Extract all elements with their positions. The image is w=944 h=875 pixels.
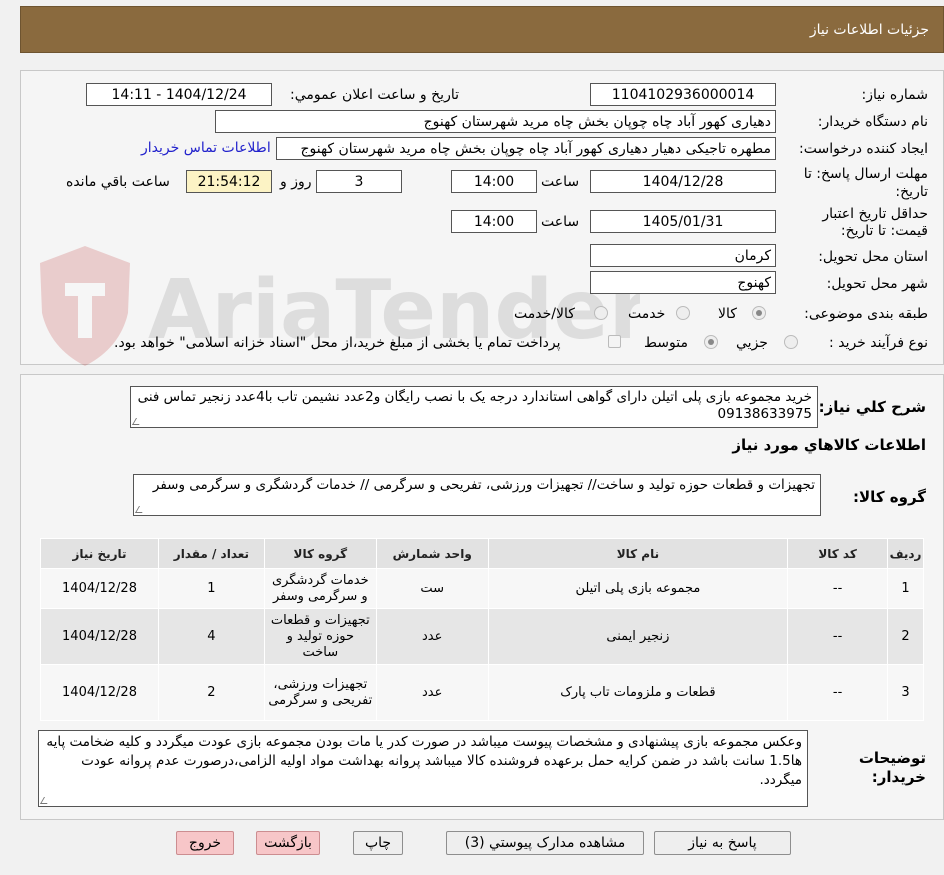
- col-date: تاريخ نياز: [40, 538, 159, 569]
- announce-field: 1404/12/24 - 14:11: [86, 83, 272, 106]
- remaining-time-label: ساعت باقي مانده: [66, 174, 170, 190]
- goods-table-header: رديف كد كالا نام كالا واحد شمارش گروه كا…: [40, 538, 924, 569]
- page-header: جزئيات اطلاعات نياز: [20, 6, 944, 53]
- validity-date-field: 1405/01/31: [590, 210, 776, 233]
- table-row: 1 -- مجموعه بازی پلی اتیلن ست خدمات گردش…: [40, 568, 924, 609]
- exit-button[interactable]: خروج: [176, 831, 234, 855]
- cell-qty: 2: [158, 664, 265, 721]
- buyer-notes-text: وعکس مجموعه بازی پیشنهادی و مشخصات پیوست…: [46, 734, 802, 788]
- buyer-contact-link[interactable]: اطلاعات تماس خريدار: [141, 140, 271, 156]
- validity-time-label: ساعت: [541, 214, 580, 230]
- page-title: جزئيات اطلاعات نياز: [809, 21, 929, 38]
- table-row: 2 -- زنجیر ایمنی عدد تجهیزات و قطعات حوز…: [40, 608, 924, 665]
- cell-unit: ست: [375, 568, 489, 609]
- cell-code: --: [787, 664, 889, 721]
- cell-group: تجهیزات و قطعات حوزه تولید و ساخت: [263, 608, 377, 665]
- category-label: طبقه بندی موضوعی:: [804, 306, 928, 322]
- goods-info-title: اطلاعات كالاهاي مورد نياز: [732, 436, 926, 454]
- creator-label: ايجاد كننده درخواست:: [799, 141, 928, 157]
- province-label: استان محل تحويل:: [818, 249, 928, 265]
- resize-grip-icon: [131, 418, 144, 425]
- resize-grip-icon: [39, 797, 52, 804]
- category-radio-goods[interactable]: [752, 306, 766, 320]
- buyer-org-label: نام دستگاه خريدار:: [817, 114, 928, 130]
- cell-name: مجموعه بازی پلی اتیلن: [487, 568, 789, 609]
- need-number-field: 1104102936000014: [590, 83, 776, 106]
- buyer-notes-label-line1: توضيحات: [858, 749, 926, 767]
- category-radio-service[interactable]: [676, 306, 690, 320]
- treasury-note: پرداخت تمام يا بخشی از مبلغ خريد،از محل …: [114, 335, 561, 351]
- cell-row: 3: [887, 664, 924, 721]
- col-name: نام كالا: [487, 538, 789, 569]
- cell-code: --: [787, 608, 889, 665]
- goods-group-label: گروه کالا:: [853, 488, 926, 506]
- col-row: رديف: [887, 538, 924, 569]
- description-label: شرح كلي نياز:: [818, 398, 926, 416]
- deadline-time-field: 14:00: [451, 170, 537, 193]
- table-row: 3 -- قطعات و ملزومات تاب پارک عدد تجهیزا…: [40, 664, 924, 721]
- deadline-label-line1: مهلت ارسال پاسخ: تا: [803, 166, 928, 182]
- category-option-goods-service: كالا/خدمت: [514, 306, 575, 322]
- validity-time-field: 14:00: [451, 210, 537, 233]
- announce-label: تاريخ و ساعت اعلان عمومي:: [290, 87, 459, 103]
- col-unit: واحد شمارش: [375, 538, 489, 569]
- deadline-label-line2: تاريخ:: [895, 184, 928, 200]
- cell-date: 1404/12/28: [40, 568, 159, 609]
- province-field: كرمان: [590, 244, 776, 267]
- days-label: روز و: [280, 174, 312, 190]
- validity-label-line1: حداقل تاريخ اعتبار: [822, 206, 928, 222]
- col-group: گروه كالا: [263, 538, 377, 569]
- cell-unit: عدد: [375, 664, 489, 721]
- back-button[interactable]: بازگشت: [256, 831, 320, 855]
- buyer-org-field: دهیاری کهور آباد چاه چوپان بخش چاه مرید …: [215, 110, 776, 133]
- description-text: خرید مجموعه بازی پلی اتیلن دارای گواهی ا…: [137, 389, 812, 422]
- cell-row: 2: [887, 608, 924, 665]
- creator-field: مطهره تاجیکی دهیار دهیاری کهور آباد چاه …: [276, 137, 776, 160]
- validity-label-line2: قيمت: تا تاريخ:: [840, 223, 928, 239]
- deadline-time-label: ساعت: [541, 174, 580, 190]
- cell-qty: 4: [158, 608, 265, 665]
- col-qty: تعداد / مقدار: [158, 538, 265, 569]
- buyer-notes-textarea: وعکس مجموعه بازی پیشنهادی و مشخصات پیوست…: [38, 730, 808, 807]
- goods-table: رديف كد كالا نام كالا واحد شمارش گروه كا…: [40, 538, 924, 721]
- city-label: شهر محل تحويل:: [826, 276, 928, 292]
- cell-group: خدمات گردشگری و سرگرمی وسفر: [263, 568, 377, 609]
- cell-name: قطعات و ملزومات تاب پارک: [487, 664, 789, 721]
- col-code: كد كالا: [787, 538, 889, 569]
- attachments-button[interactable]: مشاهده مدارک پيوستي (3): [446, 831, 644, 855]
- category-option-service: خدمت: [628, 306, 666, 322]
- purchase-radio-medium[interactable]: [704, 335, 718, 349]
- purchase-type-label: نوع فرآيند خريد :: [829, 335, 928, 351]
- resize-grip-icon: [134, 506, 147, 513]
- cell-date: 1404/12/28: [40, 664, 159, 721]
- need-number-label: شماره نياز:: [861, 87, 929, 103]
- goods-group-text: تجهیزات و قطعات حوزه تولید و ساخت// تجهی…: [152, 477, 815, 493]
- reply-button[interactable]: پاسخ به نياز: [654, 831, 791, 855]
- deadline-date-field: 1404/12/28: [590, 170, 776, 193]
- cell-qty: 1: [158, 568, 265, 609]
- purchase-radio-minor[interactable]: [784, 335, 798, 349]
- treasury-checkbox[interactable]: [608, 335, 621, 348]
- description-textarea: خرید مجموعه بازی پلی اتیلن دارای گواهی ا…: [130, 386, 818, 428]
- buyer-notes-label-line2: خريدار:: [871, 768, 926, 786]
- cell-row: 1: [887, 568, 924, 609]
- city-field: کهنوج: [590, 271, 776, 294]
- category-radio-goods-service[interactable]: [594, 306, 608, 320]
- goods-group-textarea: تجهیزات و قطعات حوزه تولید و ساخت// تجهی…: [133, 474, 821, 516]
- purchase-option-medium: متوسط: [644, 335, 688, 351]
- cell-name: زنجیر ایمنی: [487, 608, 789, 665]
- cell-group: تجهیزات ورزشی، تفریحی و سرگرمی: [263, 664, 377, 721]
- cell-date: 1404/12/28: [40, 608, 159, 665]
- purchase-option-minor: جزيي: [736, 335, 768, 351]
- remaining-time-field: 21:54:12: [186, 170, 272, 193]
- category-option-goods: كالا: [718, 306, 737, 322]
- days-remaining-field: 3: [316, 170, 402, 193]
- print-button[interactable]: چاپ: [353, 831, 403, 855]
- cell-unit: عدد: [375, 608, 489, 665]
- cell-code: --: [787, 568, 889, 609]
